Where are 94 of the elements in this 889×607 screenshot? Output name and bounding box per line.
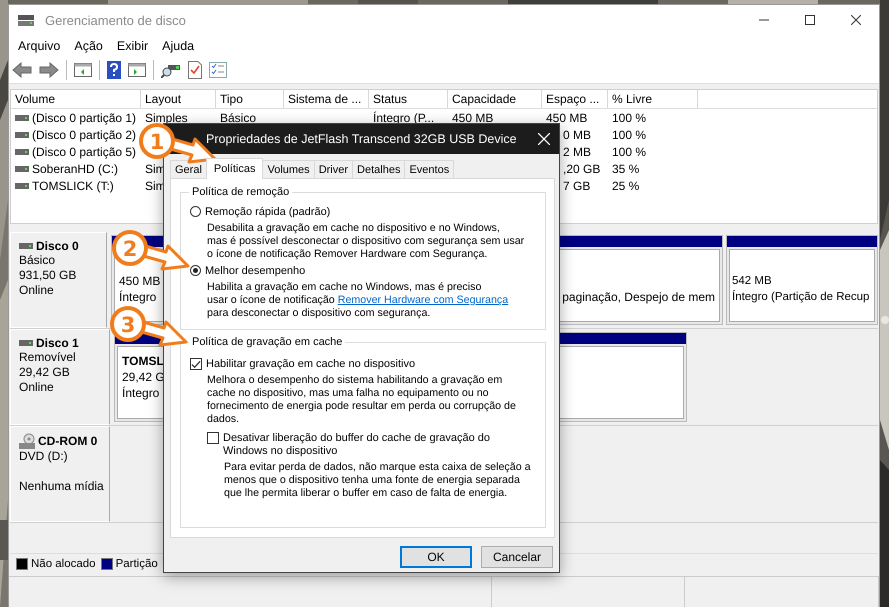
table-cell: Íntegro (P...: [373, 112, 434, 124]
disk-name: Disco 1: [36, 336, 79, 350]
column-header[interactable]: Volume: [11, 90, 141, 108]
column-header[interactable]: Sistema de ...: [284, 90, 369, 108]
window-title: Gerenciamento de disco: [45, 12, 187, 28]
option-label: Habilitar gravação em cache no dispositivo: [206, 358, 416, 371]
menu-item[interactable]: Ajuda: [155, 37, 202, 55]
table-cell: 100 %: [612, 112, 646, 124]
disk-info: Online: [19, 283, 54, 298]
disk-info: Básico: [19, 253, 56, 268]
option-description: Para evitar perda de dados, não marque esta caixa de seleção a menos que o dispositivo tenha uma fonte de energia separada que lhe permita liberar o buffer em caso de falta de energia.: [224, 461, 531, 500]
table-cell: 2 MB: [563, 146, 592, 158]
volume-name: (Disco 0 partição 5): [32, 146, 136, 158]
column-header[interactable]: Tipo: [216, 90, 284, 108]
volume-name: (Disco 0 partição 1): [32, 112, 136, 124]
partition-info: Íntegro: [122, 385, 160, 401]
dialog-button[interactable]: Cancelar: [481, 546, 553, 568]
table-cell: 35 %: [612, 162, 640, 174]
checkbox[interactable]: [207, 432, 219, 444]
back-arrow-icon[interactable]: [12, 62, 32, 78]
table-cell: ,20 GB: [563, 162, 600, 174]
menu-item[interactable]: Arquivo: [11, 37, 68, 55]
disk-info: Online: [19, 380, 54, 395]
drive-icon: [15, 132, 29, 138]
disk-name: Disco 0: [36, 239, 79, 253]
column-header[interactable]: % Livre: [608, 90, 698, 108]
callout-number: 3: [120, 313, 136, 337]
partition-info: Íntegro (Partição de Recup: [732, 289, 870, 305]
forward-arrow-icon[interactable]: [39, 62, 59, 78]
disk-info: DVD (D:): [19, 449, 68, 464]
column-header[interactable]: Status: [369, 90, 448, 108]
option-description: Melhora o desempenho do sistema habilitando a gravação em cache no dispositivo, mas uma falha no equipamento ou no fornecimento de energia pode resultar em perda ou corrupção de dados.: [207, 374, 516, 426]
close-icon[interactable]: [851, 15, 861, 25]
panel-icon[interactable]: [128, 62, 146, 78]
table-cell: 450 MB: [546, 112, 588, 124]
drive-icon: [19, 243, 33, 249]
drive-icon: [15, 166, 29, 172]
cd-drive-icon: [19, 433, 35, 449]
radio-button[interactable]: [190, 265, 201, 276]
table-cell: 450 MB: [452, 112, 494, 124]
dialog-title: Propriedades de JetFlash Transcend 32GB USB Device: [206, 132, 517, 146]
group-title: Política de remoção: [189, 186, 292, 199]
disk-management-icon: [17, 13, 35, 27]
disk-info: Removível: [19, 350, 76, 365]
option-description: Desabilita a gravação em cache no dispositivo e no Windows, mas é possível desconectar o dispositivo com segurança sem usar o ícone de notificação Remover Hardware com Segurança.: [207, 222, 524, 261]
safely-remove-link[interactable]: Remover Hardware com Segurança: [338, 294, 508, 306]
partition-info: 542 MB: [732, 274, 772, 289]
option-label: Melhor desempenho: [205, 265, 306, 278]
partition-name: TOMSL: [122, 353, 164, 369]
tab[interactable]: Eventos: [404, 160, 454, 178]
group-title: Política de gravação em cache: [189, 336, 346, 349]
menu-item[interactable]: Ação: [67, 37, 110, 55]
callout-number: 2: [122, 237, 138, 261]
partition-info: Íntegro: [119, 289, 156, 305]
probe-icon[interactable]: [161, 62, 181, 78]
checklist-icon[interactable]: [209, 62, 227, 78]
table-cell: Simples: [145, 112, 188, 124]
dialog-button[interactable]: OK: [400, 546, 472, 568]
disk-info: Nenhuma mídia: [19, 479, 104, 494]
menu-item[interactable]: Exibir: [110, 37, 156, 55]
help-icon[interactable]: [107, 61, 121, 79]
column-header[interactable]: Espaço ...: [542, 90, 608, 108]
panel-icon[interactable]: [74, 62, 92, 78]
maximize-icon[interactable]: [805, 15, 815, 25]
checked-document-icon[interactable]: [188, 61, 202, 79]
table-cell: 100 %: [612, 146, 646, 158]
callout-number: 1: [150, 130, 164, 154]
option-label: Remoção rápida (padrão): [205, 206, 330, 219]
table-cell: 7 GB: [563, 180, 590, 192]
table-cell: Básico: [220, 112, 256, 124]
tab[interactable]: Políticas: [206, 158, 264, 179]
disk-info: 931,50 GB: [19, 268, 76, 283]
column-header[interactable]: Capacidade: [448, 90, 542, 108]
checkbox[interactable]: [190, 358, 202, 370]
partition-info: 450 MB: [119, 273, 160, 289]
drive-icon: [19, 340, 33, 346]
drive-icon: [15, 148, 29, 154]
drive-icon: [15, 114, 29, 120]
partition-info: paginação, Despejo de mem: [562, 289, 715, 305]
volume-name: TOMSLICK (T:): [32, 180, 114, 192]
disk-info: 29,42 GB: [19, 365, 70, 380]
radio-button[interactable]: [190, 206, 201, 217]
legend-label: Partição: [116, 558, 158, 570]
disk-name: CD-ROM 0: [38, 434, 98, 448]
volume-name: (Disco 0 partição 2): [32, 128, 136, 140]
table-cell: 100 %: [612, 128, 646, 140]
legend-label: Não alocado: [31, 558, 96, 570]
volume-name: SoberanHD (C:): [32, 162, 118, 174]
option-label: Desativar liberação do buffer do cache de gravação do Windows no dispositivo: [223, 432, 490, 458]
table-cell: 0 MB: [563, 128, 592, 140]
option-description: Habilita a gravação em cache no Windows, mas é preciso usar o ícone de notificação Remover Hardware com Segurança para desconectar o dispositivo com segurança.: [207, 281, 508, 320]
drive-icon: [15, 182, 29, 188]
table-cell: 25 %: [612, 180, 640, 192]
column-header[interactable]: Layout: [141, 90, 216, 108]
